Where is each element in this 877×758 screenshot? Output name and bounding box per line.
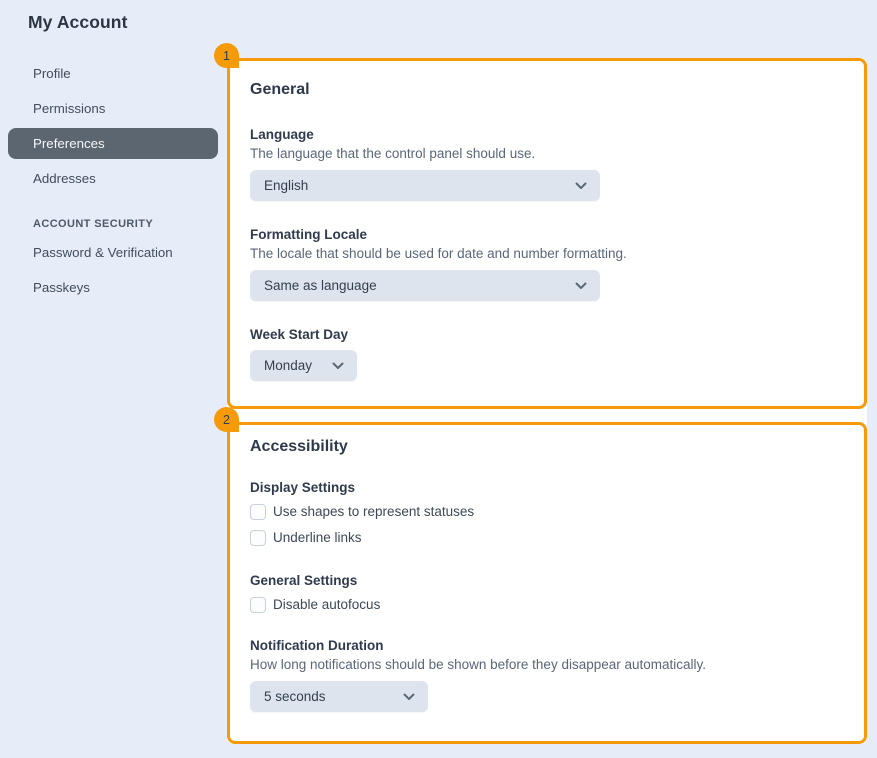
notification-duration-select-value: 5 seconds <box>264 689 326 704</box>
week-start-day-select-value: Monday <box>264 358 312 373</box>
chevron-down-icon <box>575 282 587 290</box>
formatting-locale-select[interactable]: Same as language <box>250 270 600 301</box>
sidebar-item-preferences[interactable]: Preferences <box>8 128 218 159</box>
underline-links-checkbox-row[interactable]: Underline links <box>250 529 844 546</box>
general-annotation-box: 1 General Language The language that the… <box>227 58 867 409</box>
notification-duration-description: How long notifications should be shown b… <box>250 656 844 673</box>
general-heading: General <box>250 80 844 100</box>
general-settings-group: General Settings Disable autofocus <box>250 572 844 613</box>
language-field: Language The language that the control p… <box>250 126 844 201</box>
my-account-page: My Account Profile Permissions Preferenc… <box>0 0 877 758</box>
formatting-locale-select-value: Same as language <box>264 278 377 293</box>
page-title: My Account <box>28 12 128 33</box>
sidebar: Profile Permissions Preferences Addresse… <box>8 58 218 307</box>
language-select-value: English <box>264 178 308 193</box>
formatting-locale-description: The locale that should be used for date … <box>250 245 844 262</box>
use-shapes-checkbox[interactable] <box>250 504 266 520</box>
chevron-down-icon <box>332 362 344 370</box>
accessibility-heading: Accessibility <box>250 437 844 457</box>
sidebar-item-permissions[interactable]: Permissions <box>8 93 218 124</box>
chevron-down-icon <box>403 693 415 701</box>
sidebar-item-profile[interactable]: Profile <box>8 58 218 89</box>
week-start-day-label: Week Start Day <box>250 326 844 343</box>
formatting-locale-field: Formatting Locale The locale that should… <box>250 226 844 301</box>
use-shapes-checkbox-row[interactable]: Use shapes to represent statuses <box>250 503 844 520</box>
sidebar-item-password-verification[interactable]: Password & Verification <box>8 237 218 268</box>
sidebar-item-passkeys[interactable]: Passkeys <box>8 272 218 303</box>
general-settings-label: General Settings <box>250 572 844 589</box>
language-description: The language that the control panel shou… <box>250 145 844 162</box>
annotation-badge-1: 1 <box>214 43 239 68</box>
display-settings-group: Display Settings Use shapes to represent… <box>250 479 844 546</box>
language-select[interactable]: English <box>250 170 600 201</box>
annotation-badge-2: 2 <box>214 407 239 432</box>
formatting-locale-label: Formatting Locale <box>250 226 844 243</box>
disable-autofocus-checkbox[interactable] <box>250 597 266 613</box>
disable-autofocus-checkbox-label[interactable]: Disable autofocus <box>273 596 380 613</box>
display-settings-label: Display Settings <box>250 479 844 496</box>
week-start-day-field: Week Start Day Monday <box>250 326 844 381</box>
notification-duration-field: Notification Duration How long notificat… <box>250 637 844 712</box>
week-start-day-select[interactable]: Monday <box>250 350 357 381</box>
language-label: Language <box>250 126 844 143</box>
notification-duration-select[interactable]: 5 seconds <box>250 681 428 712</box>
sidebar-item-addresses[interactable]: Addresses <box>8 163 218 194</box>
underline-links-checkbox-label[interactable]: Underline links <box>273 529 362 546</box>
use-shapes-checkbox-label[interactable]: Use shapes to represent statuses <box>273 503 474 520</box>
disable-autofocus-checkbox-row[interactable]: Disable autofocus <box>250 596 844 613</box>
accessibility-annotation-box: 2 Accessibility Display Settings Use sha… <box>227 422 867 744</box>
notification-duration-label: Notification Duration <box>250 637 844 654</box>
sidebar-section-heading-account-security: ACCOUNT SECURITY <box>8 218 218 230</box>
chevron-down-icon <box>575 182 587 190</box>
underline-links-checkbox[interactable] <box>250 530 266 546</box>
